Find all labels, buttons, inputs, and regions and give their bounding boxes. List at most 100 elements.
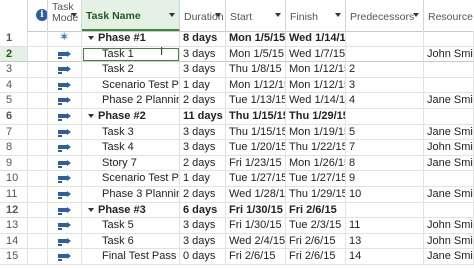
collapse-triangle-icon[interactable] xyxy=(88,36,94,41)
collapse-triangle-icon[interactable] xyxy=(88,114,94,119)
task-mode-cell[interactable] xyxy=(48,171,82,187)
indicator-cell[interactable] xyxy=(28,171,48,187)
table-row[interactable]: 11 Phase 3 Planning 2 days Wed 1/28/15 Thu 1… xyxy=(0,187,474,203)
duration-cell[interactable]: 3 days xyxy=(180,140,226,156)
row-number[interactable]: 1 xyxy=(0,31,28,47)
resource-cell[interactable] xyxy=(424,171,474,187)
table-row[interactable]: 2 Task 1 3 days Mon 1/5/15 Wed 1/7/15 John Sm… xyxy=(0,46,474,63)
finish-cell[interactable]: Thu 1/29/15 xyxy=(286,187,346,203)
task-mode-cell[interactable] xyxy=(48,140,82,156)
start-cell[interactable]: Fri 1/30/15 xyxy=(226,202,286,219)
column-header-task-name[interactable]: Task Name xyxy=(82,0,180,31)
resource-cell[interactable] xyxy=(424,109,474,125)
task-name-cell[interactable]: Final Test Pass xyxy=(82,249,180,265)
indicator-cell[interactable] xyxy=(28,31,48,47)
indicator-cell[interactable] xyxy=(28,202,48,219)
duration-cell[interactable]: 6 days xyxy=(180,202,226,219)
indicator-cell[interactable] xyxy=(28,233,48,250)
row-number[interactable]: 8 xyxy=(0,140,28,156)
duration-cell[interactable]: 2 days xyxy=(180,187,226,203)
indicator-cell[interactable] xyxy=(28,155,48,172)
start-cell[interactable]: Tue 1/20/15 xyxy=(226,140,286,156)
resource-cell[interactable]: Jane Smith xyxy=(424,187,474,203)
predecessors-cell[interactable] xyxy=(346,31,424,47)
start-cell[interactable]: Thu 1/15/15 xyxy=(226,124,286,141)
resource-cell[interactable]: John Smith xyxy=(424,218,474,234)
table-row[interactable]: 9 Story 7 2 days Fri 1/23/15 Mon 1/26/15 8 Jan… xyxy=(0,155,474,172)
resource-cell[interactable] xyxy=(424,202,474,219)
task-mode-cell[interactable] xyxy=(48,202,82,219)
finish-cell[interactable]: Tue 2/3/15 xyxy=(286,218,346,234)
task-mode-cell[interactable] xyxy=(48,93,82,109)
table-row[interactable]: 12 Phase #3 6 days Fri 1/30/15 Fri 2/6/15 xyxy=(0,202,474,219)
column-header-duration[interactable]: Duration xyxy=(180,0,226,31)
task-mode-cell[interactable] xyxy=(48,187,82,203)
chevron-down-icon[interactable] xyxy=(275,13,281,17)
predecessors-cell[interactable]: 14 xyxy=(346,249,424,265)
resource-cell[interactable]: Jane Smith xyxy=(424,155,474,172)
task-name-cell[interactable]: Task 5 xyxy=(82,218,180,234)
predecessors-cell[interactable]: 13 xyxy=(346,233,424,250)
task-mode-cell[interactable] xyxy=(48,218,82,234)
duration-cell[interactable]: 1 day xyxy=(180,77,226,94)
finish-cell[interactable]: Fri 2/6/15 xyxy=(286,249,346,265)
task-mode-cell[interactable] xyxy=(48,62,82,78)
row-number[interactable]: 10 xyxy=(0,171,28,187)
task-name-cell[interactable]: Scenario Test Pass xyxy=(82,171,180,187)
duration-cell[interactable]: 3 days xyxy=(180,218,226,234)
task-mode-cell[interactable] xyxy=(48,46,82,63)
task-name-cell[interactable]: Phase 3 Planning xyxy=(82,187,180,203)
finish-cell[interactable]: Tue 1/27/15 xyxy=(286,171,346,187)
predecessors-cell[interactable]: 5 xyxy=(346,124,424,141)
column-header-predecessors[interactable]: Predecessors xyxy=(346,0,424,31)
task-mode-cell[interactable] xyxy=(48,77,82,94)
finish-cell[interactable]: Fri 2/6/15 xyxy=(286,233,346,250)
row-number[interactable]: 13 xyxy=(0,218,28,234)
predecessors-cell[interactable]: 10 xyxy=(346,187,424,203)
task-name-cell[interactable]: Task 1 xyxy=(82,46,180,63)
start-cell[interactable]: Mon 1/12/15 xyxy=(226,77,286,94)
task-mode-cell[interactable] xyxy=(48,124,82,141)
duration-cell[interactable]: 3 days xyxy=(180,233,226,250)
row-number[interactable]: 15 xyxy=(0,249,28,265)
indicator-cell[interactable] xyxy=(28,218,48,234)
duration-cell[interactable]: 3 days xyxy=(180,124,226,141)
start-cell[interactable]: Mon 1/5/15 xyxy=(226,31,286,47)
start-cell[interactable]: Mon 1/5/15 xyxy=(226,46,286,63)
chevron-down-icon[interactable] xyxy=(413,13,419,17)
predecessors-cell[interactable]: 8 xyxy=(346,155,424,172)
row-number[interactable]: 9 xyxy=(0,155,28,172)
task-name-cell[interactable]: Phase 2 Planning xyxy=(82,93,180,109)
duration-cell[interactable]: 2 days xyxy=(180,93,226,109)
indicator-cell[interactable] xyxy=(28,140,48,156)
column-header-resource-names[interactable]: Resource Na xyxy=(424,0,474,31)
duration-cell[interactable]: 2 days xyxy=(180,155,226,172)
predecessors-cell[interactable] xyxy=(346,202,424,219)
table-row[interactable]: 1 ✶ Phase #1 8 days Mon 1/5/15 Wed 1/14/15 xyxy=(0,31,474,47)
duration-cell[interactable]: 8 days xyxy=(180,31,226,47)
start-cell[interactable]: Fri 2/6/15 xyxy=(226,249,286,265)
table-row[interactable]: 3 Task 2 3 days Thu 1/8/15 Mon 1/12/15 2 xyxy=(0,62,474,78)
duration-cell[interactable]: 1 day xyxy=(180,171,226,187)
indicator-cell[interactable] xyxy=(28,77,48,94)
task-name-cell[interactable]: Task 3 xyxy=(82,124,180,141)
resource-cell[interactable]: Jane Smith xyxy=(424,124,474,141)
task-name-cell[interactable]: Task 6 xyxy=(82,233,180,250)
indicator-cell[interactable] xyxy=(28,46,48,63)
row-number[interactable]: 5 xyxy=(0,93,28,109)
start-cell[interactable]: Wed 2/4/15 xyxy=(226,233,286,250)
row-number[interactable]: 14 xyxy=(0,233,28,250)
finish-cell[interactable]: Mon 1/26/15 xyxy=(286,155,346,172)
duration-cell[interactable]: 3 days xyxy=(180,62,226,78)
start-cell[interactable]: Thu 1/15/15 xyxy=(226,109,286,125)
task-name-cell[interactable]: Phase #2 xyxy=(82,109,180,125)
task-name-cell[interactable]: Scenario Test Pass xyxy=(82,77,180,94)
start-cell[interactable]: Thu 1/8/15 xyxy=(226,62,286,78)
finish-cell[interactable]: Mon 1/12/15 xyxy=(286,77,346,94)
predecessors-cell[interactable]: 9 xyxy=(346,171,424,187)
start-cell[interactable]: Tue 1/13/15 xyxy=(226,93,286,109)
start-cell[interactable]: Fri 1/23/15 xyxy=(226,155,286,172)
indicator-cell[interactable] xyxy=(28,93,48,109)
resource-cell[interactable]: Jane Smith xyxy=(424,93,474,109)
select-all-corner[interactable] xyxy=(0,0,28,31)
